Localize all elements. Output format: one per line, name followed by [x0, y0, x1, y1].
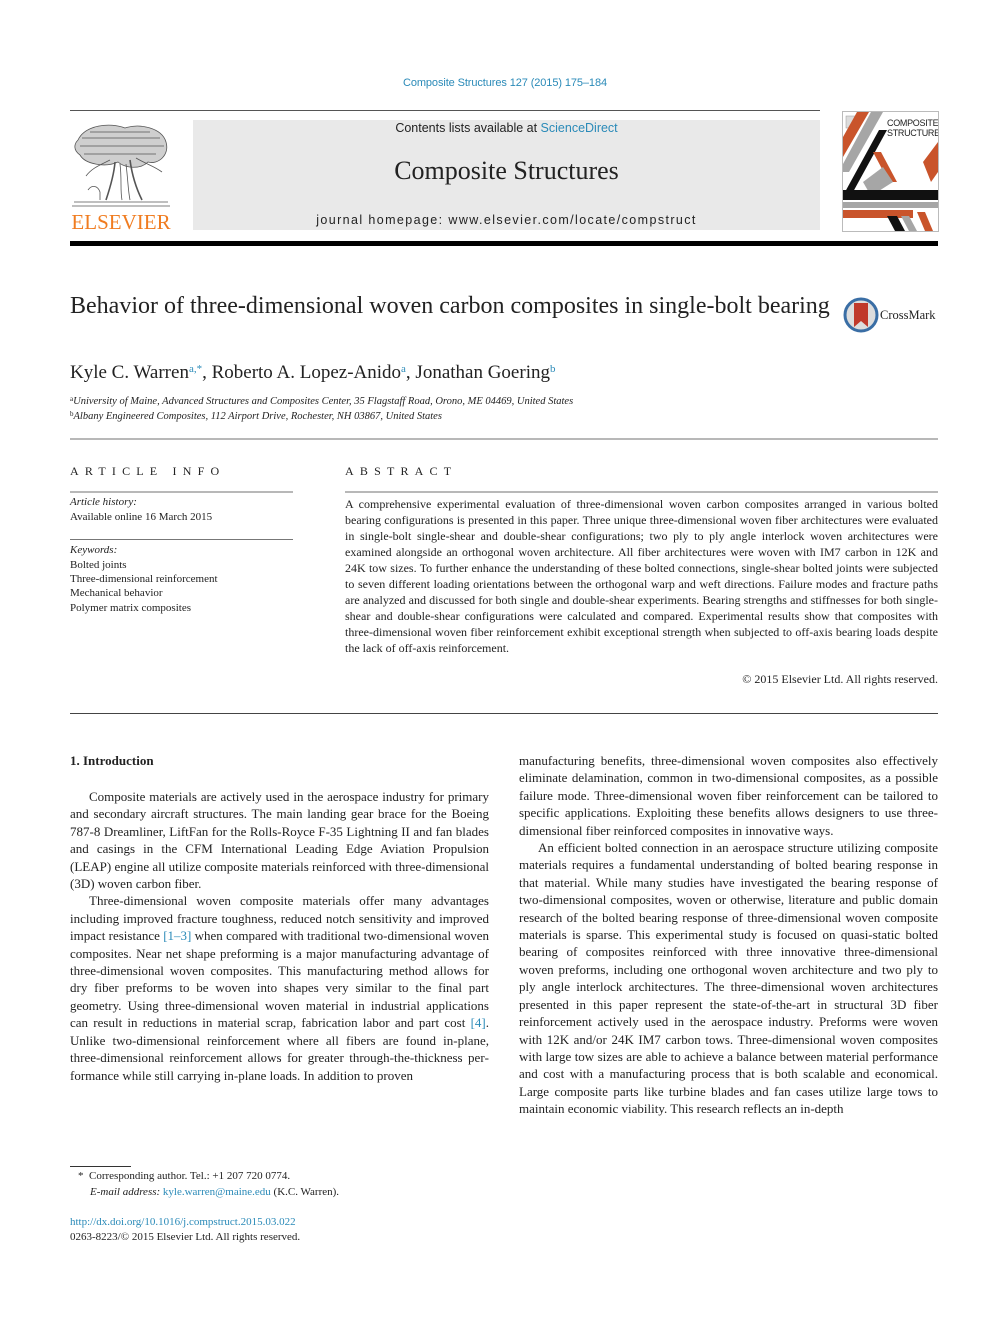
cover-title-line2: STRUCTURES: [887, 128, 938, 138]
abstract-copyright: © 2015 Elsevier Ltd. All rights reserved…: [742, 672, 938, 686]
abstract-bottom-rule: [70, 713, 938, 714]
footnote-rule: [70, 1166, 131, 1167]
body-column-right: manufacturing benefits, three-dimensiona…: [519, 752, 938, 1118]
citation-link[interactable]: [1–3]: [163, 928, 191, 943]
affiliation-text: University of Maine, Advanced Structures…: [73, 396, 574, 407]
body-column-left: Composite materials are actively used in…: [70, 788, 489, 1084]
homepage-url-link[interactable]: www.elsevier.com/locate/compstruct: [448, 213, 696, 227]
abstract-heading: ABSTRACT: [345, 464, 458, 478]
keywords-rule: [70, 539, 293, 540]
abstract-text: A comprehensive experimental evaluation …: [345, 497, 938, 655]
article-info-heading: ARTICLE INFO: [70, 464, 226, 478]
tree-icon: [72, 124, 170, 207]
author-name[interactable]: Roberto A. Lopez-Anido: [212, 362, 401, 383]
body-paragraph: An efficient bolted connection in an aer…: [519, 839, 938, 1118]
corresponding-text: Corresponding author. Tel.: +1 207 720 0…: [89, 1170, 291, 1182]
issn-copyright: 0263-8223/© 2015 Elsevier Ltd. All right…: [70, 1231, 301, 1243]
author-name[interactable]: Kyle C. Warren: [70, 362, 189, 383]
header-rule: [70, 110, 820, 111]
article-info-rule: [70, 491, 293, 493]
doi-link[interactable]: http://dx.doi.org/10.1016/j.compstruct.2…: [70, 1216, 296, 1228]
email-suffix: (K.C. Warren).: [270, 1186, 340, 1198]
body-paragraph: Three-dimensional woven composite materi…: [70, 892, 489, 1083]
keyword: Three-dimensional reinforcement: [70, 573, 218, 586]
body-paragraph: manufacturing benefits, three-dimensiona…: [519, 752, 938, 839]
homepage-prefix: journal homepage:: [316, 213, 449, 227]
body-paragraph: Composite materials are actively used in…: [70, 788, 489, 892]
author-affil-mark[interactable]: b: [550, 363, 556, 375]
journal-banner: Contents lists available at ScienceDirec…: [193, 120, 820, 230]
email-label: E-mail address:: [90, 1186, 161, 1198]
affiliation-text: Albany Engineered Composites, 112 Airpor…: [73, 411, 442, 422]
history-value: Available online 16 March 2015: [70, 511, 213, 523]
crossmark-icon: [843, 297, 879, 333]
article-title: Behavior of three-dimensional woven carb…: [70, 293, 830, 319]
contents-line: Contents lists available at ScienceDirec…: [193, 121, 820, 135]
paragraph-text: An efficient bolted connection in an aer…: [519, 840, 938, 1117]
elsevier-wordmark: ELSEVIER: [71, 210, 171, 234]
corresponding-author-note: * Corresponding author. Tel.: +1 207 720…: [78, 1170, 290, 1182]
header-thick-rule: [70, 241, 938, 246]
email-link[interactable]: kyle.warren@maine.edu: [163, 1186, 271, 1198]
author-name[interactable]: Jonathan Goering: [415, 362, 550, 383]
footnote-mark: *: [78, 1170, 84, 1182]
journal-title: Composite Structures: [394, 156, 619, 185]
abstract-rule: [345, 491, 938, 493]
paragraph-text: when compared with traditional two-dimen…: [70, 928, 489, 1031]
sciencedirect-link[interactable]: ScienceDirect: [541, 121, 618, 135]
journal-cover-thumbnail[interactable]: COMPOSITE STRUCTURES: [842, 111, 939, 232]
paragraph-text: Composite materials are actively used in…: [70, 789, 489, 892]
author-list: Kyle C. Warrena,*, Roberto A. Lopez-Anid…: [70, 362, 556, 383]
section-divider: [70, 438, 938, 440]
cover-title-line1: COMPOSITE: [887, 118, 939, 128]
author-affil-mark[interactable]: a,*: [189, 363, 202, 375]
journal-citation-link[interactable]: Composite Structures 127 (2015) 175–184: [0, 77, 992, 89]
author-affil-mark[interactable]: a: [401, 363, 406, 375]
keyword: Polymer matrix composites: [70, 601, 191, 614]
crossmark-label: CrossMark: [880, 308, 936, 322]
citation-link[interactable]: [4]: [471, 1015, 486, 1030]
keyword: Bolted joints: [70, 559, 127, 571]
paragraph-text: manufacturing benefits, three-dimensiona…: [519, 753, 938, 838]
keyword: Mechanical behavior: [70, 587, 163, 600]
history-label: Article history:: [70, 496, 137, 508]
contents-prefix: Contents lists available at: [395, 121, 541, 135]
keywords-list: Bolted joints Three-dimensional reinforc…: [70, 558, 218, 615]
email-note: E-mail address: kyle.warren@maine.edu (K…: [90, 1186, 339, 1198]
section-heading: 1. Introduction: [70, 753, 154, 768]
affiliation: bAlbany Engineered Composites, 112 Airpo…: [70, 410, 442, 422]
affiliation: aUniversity of Maine, Advanced Structure…: [70, 395, 573, 407]
keywords-label: Keywords:: [70, 544, 118, 556]
journal-homepage: journal homepage: www.elsevier.com/locat…: [193, 213, 820, 227]
